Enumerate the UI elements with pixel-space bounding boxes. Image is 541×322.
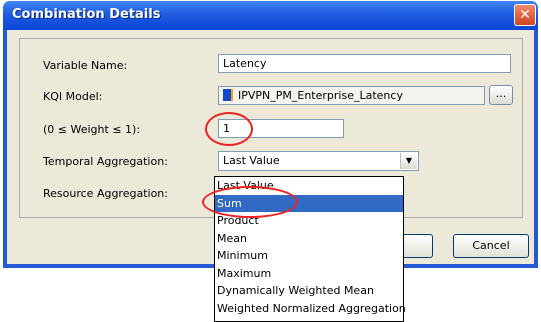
weight-highlight-circle (205, 112, 253, 146)
kqi-model-field: IPVPN_PM_Enterprise_Latency (218, 86, 485, 105)
weight-label: (0 ≤ Weight ≤ 1): (43, 123, 141, 136)
cancel-button[interactable]: Cancel (453, 234, 529, 258)
close-button[interactable]: ✕ (514, 4, 536, 26)
kqi-browse-button[interactable]: ... (489, 85, 513, 105)
dropdown-option-minimum[interactable]: Minimum (215, 247, 403, 265)
variable-name-field[interactable]: Latency (218, 54, 511, 73)
resource-aggregation-label: Resource Aggregation: (43, 187, 168, 200)
sum-highlight-circle (202, 186, 298, 218)
dropdown-option-dynamically-weighted-mean[interactable]: Dynamically Weighted Mean (215, 282, 403, 300)
dropdown-option-weighted-normalized-aggregation[interactable]: Weighted Normalized Aggregation (215, 300, 406, 318)
chevron-down-icon[interactable]: ▼ (400, 153, 417, 169)
temporal-aggregation-value: Last Value (223, 154, 280, 167)
temporal-aggregation-label: Temporal Aggregation: (43, 155, 168, 168)
dropdown-option-mean[interactable]: Mean (215, 230, 403, 248)
kqi-model-icon (223, 89, 233, 101)
variable-name-label: Variable Name: (43, 59, 128, 72)
title-bar[interactable]: Combination Details ✕ (3, 1, 538, 30)
temporal-aggregation-select[interactable]: Last Value ▼ (218, 151, 419, 171)
kqi-model-value: IPVPN_PM_Enterprise_Latency (238, 89, 403, 102)
dialog-title: Combination Details (12, 7, 161, 22)
kqi-model-label: KQI Model: (43, 90, 103, 103)
dropdown-option-maximum[interactable]: Maximum (215, 265, 403, 283)
